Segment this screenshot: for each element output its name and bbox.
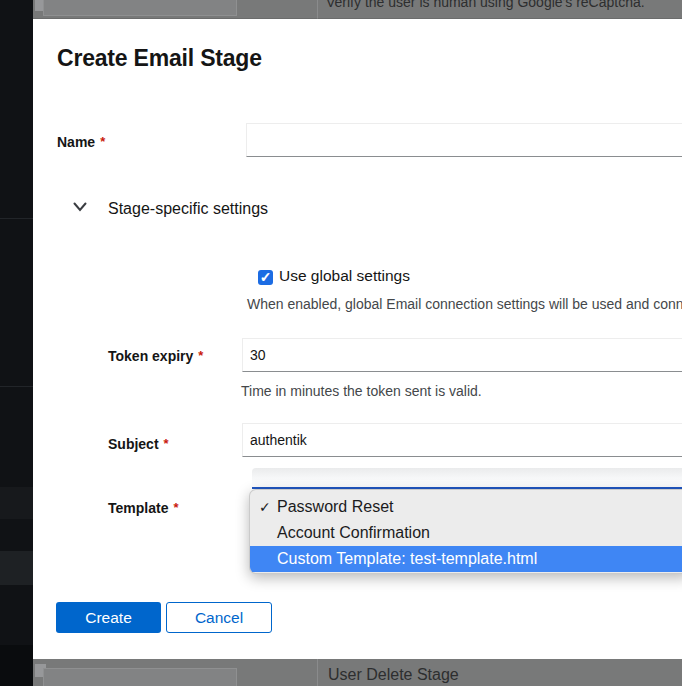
chevron-down-icon[interactable]	[71, 199, 89, 214]
backdrop-row-text-bottom: User Delete Stage	[328, 666, 459, 684]
create-button[interactable]: Create	[56, 602, 161, 633]
dropdown-option-account-confirmation[interactable]: Account Confirmation	[250, 520, 682, 546]
required-asterisk: *	[198, 348, 203, 363]
use-global-settings-label[interactable]: Use global settings	[279, 267, 410, 285]
sidebar-divider	[0, 386, 33, 387]
check-icon: ✓	[259, 494, 271, 520]
cancel-button[interactable]: Cancel	[166, 602, 272, 633]
sidebar-item	[0, 551, 33, 585]
required-asterisk: *	[173, 500, 178, 515]
dropdown-option-custom-template[interactable]: Custom Template: test-template.html	[250, 546, 682, 572]
backdrop-row-text: Verify the user is human using Google's …	[326, 0, 645, 10]
sidebar-item	[0, 487, 33, 519]
backdrop-table-cell-bottom	[43, 668, 237, 686]
backdrop-column-divider	[317, 0, 318, 19]
create-email-stage-screen: Verify the user is human using Google's …	[0, 0, 682, 686]
use-global-settings-checkbox[interactable]: ✓	[258, 270, 273, 285]
sidebar-divider	[0, 218, 33, 219]
app-sidebar	[0, 0, 33, 686]
modal-title: Create Email Stage	[57, 45, 262, 72]
dropdown-option-password-reset[interactable]: ✓Password Reset	[250, 494, 682, 520]
name-input[interactable]	[246, 123, 682, 157]
use-global-settings-help: When enabled, global Email connection se…	[247, 296, 682, 312]
template-label: Template*	[108, 500, 179, 516]
token-expiry-help: Time in minutes the token sent is valid.	[241, 383, 682, 399]
token-expiry-label: Token expiry*	[108, 348, 203, 364]
backdrop-table-cell	[43, 0, 237, 16]
section-header-stage-specific-settings[interactable]: Stage-specific settings	[108, 200, 268, 218]
subject-label: Subject*	[108, 436, 169, 452]
subject-input[interactable]	[242, 423, 682, 457]
name-label: Name*	[57, 134, 105, 150]
template-select[interactable]	[252, 468, 682, 489]
backdrop-column-divider-bottom	[317, 659, 318, 686]
template-dropdown-menu: ✓Password Reset Account Confirmation Cus…	[249, 489, 682, 574]
check-icon: ✓	[260, 269, 272, 285]
sidebar-footer	[0, 645, 33, 686]
token-expiry-input[interactable]	[242, 338, 682, 372]
required-asterisk: *	[100, 134, 105, 149]
required-asterisk: *	[164, 436, 169, 451]
